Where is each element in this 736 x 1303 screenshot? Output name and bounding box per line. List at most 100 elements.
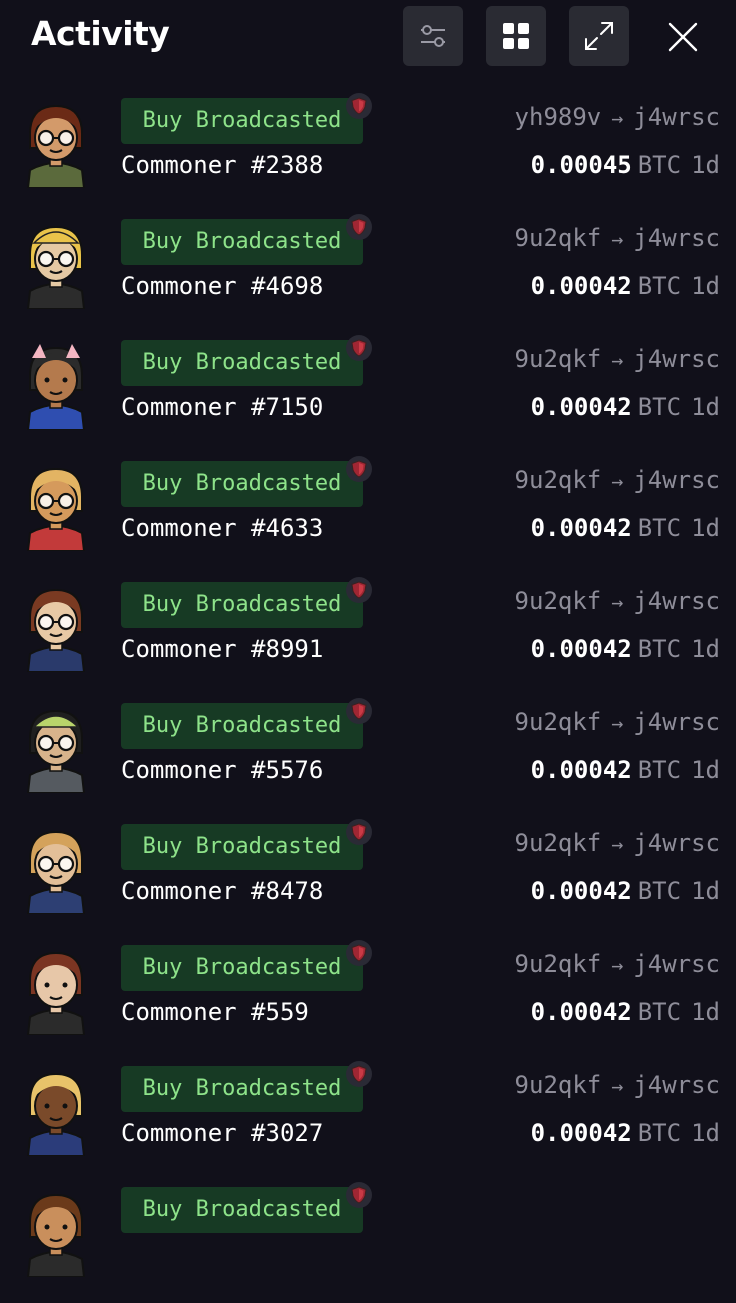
price: 0.00042 BTC 1d <box>531 514 720 542</box>
activity-row[interactable]: Buy Broadcasted Commoner #5576 9u2qkf → j4… <box>0 698 736 819</box>
activity-row[interactable]: Buy Broadcasted Commoner #8478 9u2qkf → j4… <box>0 819 736 940</box>
shield-badge <box>346 1061 372 1087</box>
from-address[interactable]: 9u2qkf <box>515 345 602 373</box>
arrow-right-icon: → <box>611 348 624 372</box>
to-address[interactable]: j4wrsc <box>633 829 720 857</box>
activity-row[interactable]: Buy Broadcasted Commoner #4633 9u2qkf → j4… <box>0 456 736 577</box>
transfer-route: 9u2qkf → j4wrsc <box>515 829 720 857</box>
to-address[interactable]: j4wrsc <box>633 587 720 615</box>
from-address[interactable]: 9u2qkf <box>515 708 602 736</box>
nft-avatar[interactable] <box>20 1187 92 1277</box>
arrow-right-icon: → <box>611 469 624 493</box>
activity-row[interactable]: Buy Broadcasted Commoner #2388 yh989v → j4… <box>0 93 736 214</box>
from-address[interactable]: 9u2qkf <box>515 224 602 252</box>
item-name[interactable]: Commoner #8991 <box>121 635 323 663</box>
shield-icon <box>351 339 367 357</box>
transfer-route: 9u2qkf → j4wrsc <box>515 587 720 615</box>
status-label: Buy Broadcasted <box>142 713 342 738</box>
from-address[interactable]: 9u2qkf <box>515 1071 602 1099</box>
status-badge: Buy Broadcasted <box>121 340 363 386</box>
transfer-route: 9u2qkf → j4wrsc <box>515 466 720 494</box>
status-label: Buy Broadcasted <box>142 108 342 133</box>
item-name[interactable]: Commoner #5576 <box>121 756 323 784</box>
nft-avatar[interactable] <box>20 824 92 914</box>
nft-avatar[interactable] <box>20 582 92 672</box>
price-currency: BTC <box>637 877 682 905</box>
price-amount: 0.00042 <box>530 393 632 421</box>
arrow-right-icon: → <box>611 832 624 856</box>
to-address[interactable]: j4wrsc <box>633 103 720 131</box>
shield-badge <box>346 456 372 482</box>
nft-avatar[interactable] <box>20 1066 92 1156</box>
to-address[interactable]: j4wrsc <box>633 345 720 373</box>
arrow-right-icon: → <box>611 227 624 251</box>
activity-row[interactable]: Buy Broadcasted Commoner #8991 9u2qkf → j4… <box>0 577 736 698</box>
shield-badge <box>346 214 372 240</box>
arrow-right-icon: → <box>611 590 624 614</box>
to-address[interactable]: j4wrsc <box>633 224 720 252</box>
status-label: Buy Broadcasted <box>142 1197 342 1222</box>
activity-row[interactable]: Buy Broadcasted <box>0 1182 736 1303</box>
status-label: Buy Broadcasted <box>142 592 342 617</box>
item-name[interactable]: Commoner #2388 <box>121 151 323 179</box>
status-badge: Buy Broadcasted <box>121 219 363 265</box>
filter-button[interactable] <box>403 6 463 66</box>
nft-avatar[interactable] <box>20 340 92 430</box>
time-ago: 1d <box>691 1119 720 1147</box>
activity-row[interactable]: Buy Broadcasted Commoner #4698 9u2qkf → j4… <box>0 214 736 335</box>
from-address[interactable]: yh989v <box>515 103 602 131</box>
to-address[interactable]: j4wrsc <box>633 950 720 978</box>
item-name[interactable]: Commoner #8478 <box>121 877 323 905</box>
shield-badge <box>346 1182 372 1208</box>
shield-icon <box>351 944 367 962</box>
price-amount: 0.00045 <box>530 151 632 179</box>
from-address[interactable]: 9u2qkf <box>515 466 602 494</box>
grid-view-button[interactable] <box>486 6 546 66</box>
time-ago: 1d <box>691 514 720 542</box>
price: 0.00042 BTC 1d <box>531 272 720 300</box>
item-name[interactable]: Commoner #3027 <box>121 1119 323 1147</box>
close-icon <box>668 22 698 52</box>
nft-avatar[interactable] <box>20 703 92 793</box>
transfer-route: 9u2qkf → j4wrsc <box>515 950 720 978</box>
shield-badge <box>346 940 372 966</box>
time-ago: 1d <box>691 756 720 784</box>
shield-icon <box>351 702 367 720</box>
activity-row[interactable]: Buy Broadcasted Commoner #3027 9u2qkf → j4… <box>0 1061 736 1182</box>
shield-badge <box>346 819 372 845</box>
shield-icon <box>351 1065 367 1083</box>
item-name[interactable]: Commoner #4633 <box>121 514 323 542</box>
status-label: Buy Broadcasted <box>142 229 342 254</box>
nft-avatar[interactable] <box>20 98 92 188</box>
close-button[interactable] <box>660 14 706 60</box>
item-name[interactable]: Commoner #4698 <box>121 272 323 300</box>
nft-avatar[interactable] <box>20 461 92 551</box>
to-address[interactable]: j4wrsc <box>633 1071 720 1099</box>
status-label: Buy Broadcasted <box>142 1076 342 1101</box>
price: 0.00042 BTC 1d <box>531 393 720 421</box>
time-ago: 1d <box>691 877 720 905</box>
from-address[interactable]: 9u2qkf <box>515 829 602 857</box>
status-label: Buy Broadcasted <box>142 471 342 496</box>
activity-row[interactable]: Buy Broadcasted Commoner #7150 9u2qkf → j4… <box>0 335 736 456</box>
item-name[interactable]: Commoner #559 <box>121 998 309 1026</box>
shield-icon <box>351 823 367 841</box>
to-address[interactable]: j4wrsc <box>633 708 720 736</box>
header: Activity <box>0 0 736 80</box>
from-address[interactable]: 9u2qkf <box>515 950 602 978</box>
activity-row[interactable]: Buy Broadcasted Commoner #559 9u2qkf → j4w… <box>0 940 736 1061</box>
status-badge: Buy Broadcasted <box>121 1187 363 1233</box>
price-amount: 0.00042 <box>530 635 632 663</box>
item-name[interactable]: Commoner #7150 <box>121 393 323 421</box>
arrow-right-icon: → <box>611 711 624 735</box>
from-address[interactable]: 9u2qkf <box>515 587 602 615</box>
shield-badge <box>346 698 372 724</box>
nft-avatar[interactable] <box>20 945 92 1035</box>
status-badge: Buy Broadcasted <box>121 1066 363 1112</box>
shield-icon <box>351 581 367 599</box>
price-amount: 0.00042 <box>530 756 632 784</box>
to-address[interactable]: j4wrsc <box>633 466 720 494</box>
nft-avatar[interactable] <box>20 219 92 309</box>
expand-button[interactable] <box>569 6 629 66</box>
status-label: Buy Broadcasted <box>142 955 342 980</box>
